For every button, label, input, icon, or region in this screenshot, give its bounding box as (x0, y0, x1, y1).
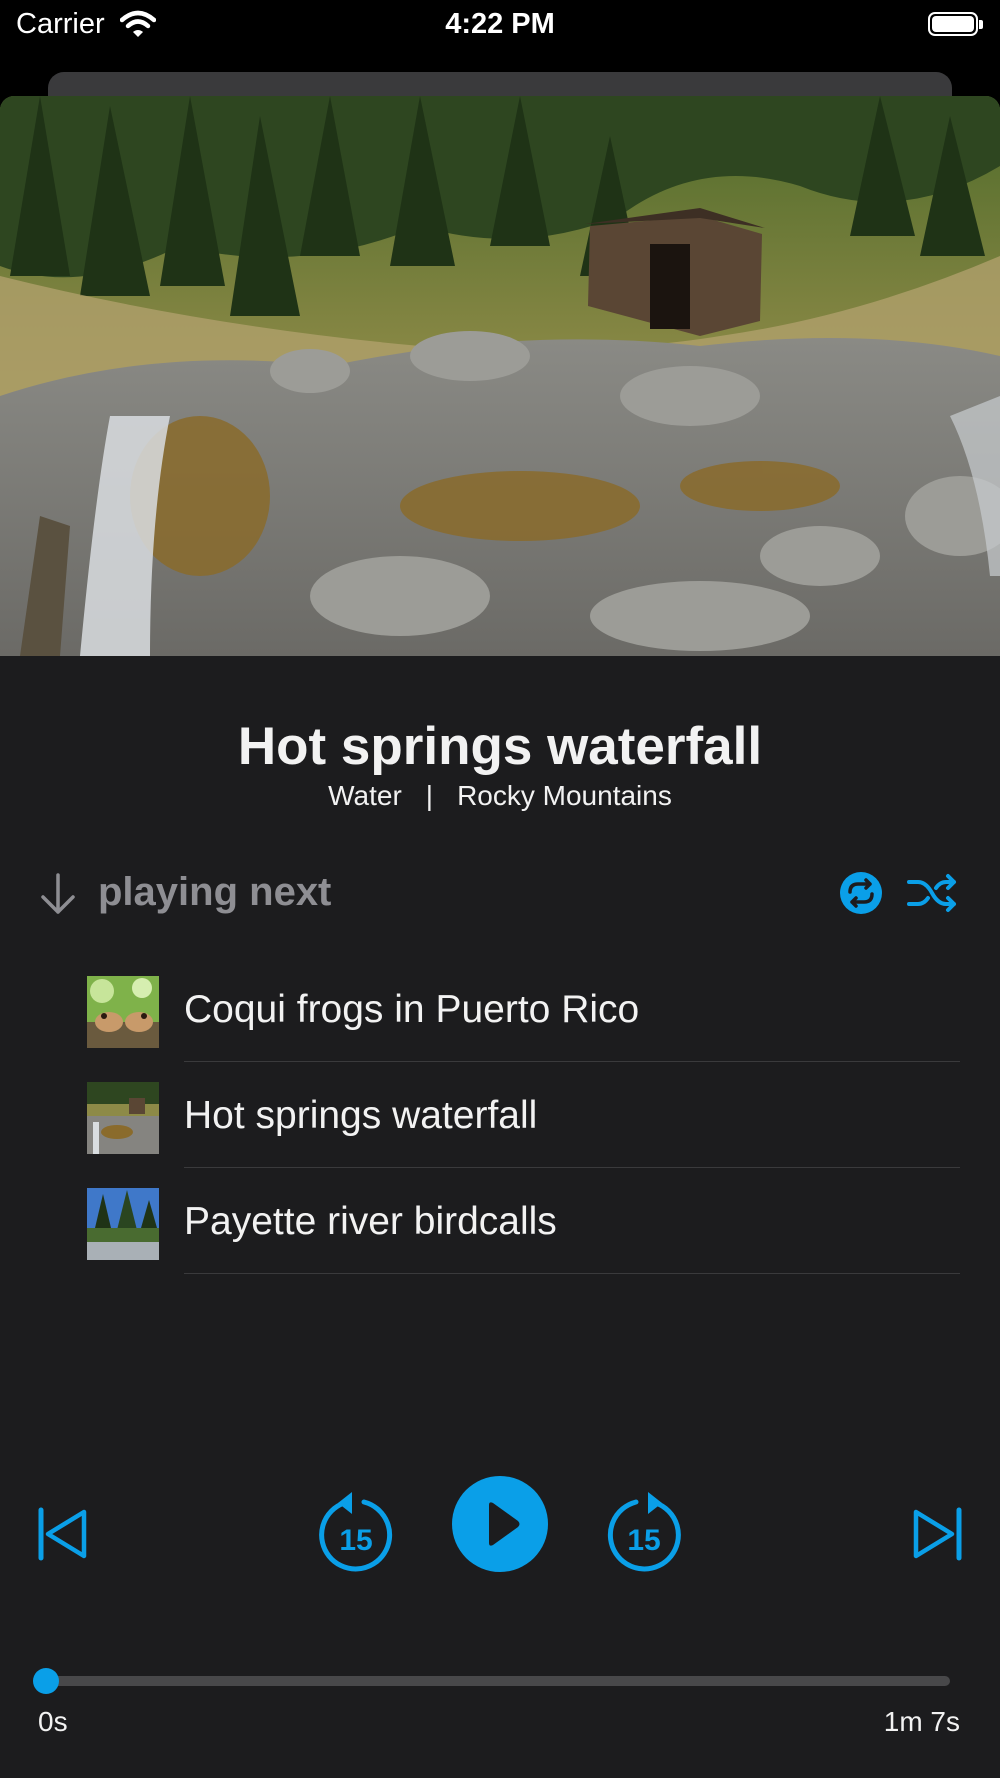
rewind-15-button[interactable]: 15 (316, 1486, 396, 1581)
queue-item[interactable]: Coqui frogs in Puerto Rico (0, 966, 1000, 1072)
status-bar: Carrier 4:22 PM (0, 0, 1000, 60)
shuffle-button[interactable] (906, 870, 958, 916)
forward-seconds-label: 15 (627, 1524, 660, 1557)
skip-next-icon (913, 1507, 962, 1561)
artwork-image (0, 96, 1000, 656)
track-title: Hot springs waterfall (237, 717, 763, 776)
battery-icon (928, 12, 983, 36)
total-duration: 1m 7s (883, 1706, 960, 1737)
track-category: Water (328, 780, 402, 811)
rewind-seconds-label: 15 (339, 1524, 372, 1557)
next-track-button[interactable] (910, 1506, 964, 1567)
progress-thumb[interactable] (33, 1668, 59, 1694)
forward-15-icon: 15 (607, 1492, 681, 1572)
metadata-separator: | (425, 780, 434, 811)
shuffle-icon (907, 874, 956, 912)
play-button[interactable] (452, 1476, 548, 1577)
elapsed-time: 0s (38, 1706, 68, 1737)
repeat-button[interactable] (838, 870, 884, 916)
arrow-down-icon[interactable] (38, 872, 78, 921)
skip-previous-icon (38, 1507, 87, 1561)
forward-15-button[interactable]: 15 (604, 1486, 684, 1581)
clock: 4:22 PM (445, 8, 555, 40)
play-icon (452, 1476, 548, 1572)
rewind-15-icon: 15 (319, 1492, 393, 1572)
track-metadata: Water | Rocky Mountains (0, 780, 1000, 812)
queue-item-thumbnail (87, 976, 159, 1048)
divider (184, 1167, 960, 1168)
queue-item-label: Payette river birdcalls (184, 1200, 557, 1243)
progress-slider[interactable] (33, 1668, 950, 1694)
queue-item-label: Coqui frogs in Puerto Rico (184, 988, 640, 1031)
player-sheet: Hot springs waterfall Water | Rocky Mounta… (0, 96, 1000, 1778)
queue-item-thumbnail (87, 1082, 159, 1154)
repeat-icon (840, 872, 882, 914)
queue-header: playing next (0, 866, 1000, 926)
divider (184, 1273, 960, 1274)
previous-track-button[interactable] (36, 1506, 90, 1567)
queue-item-label: Hot springs waterfall (184, 1094, 538, 1137)
queue-item[interactable]: Hot springs waterfall (0, 1072, 1000, 1178)
playback-controls: 15 15 (0, 1476, 1000, 1616)
divider (184, 1061, 960, 1062)
queue-item-thumbnail (87, 1188, 159, 1260)
track-location: Rocky Mountains (457, 780, 672, 811)
queue-title: playing next (98, 870, 332, 914)
queue-item[interactable]: Payette river birdcalls (0, 1178, 1000, 1284)
